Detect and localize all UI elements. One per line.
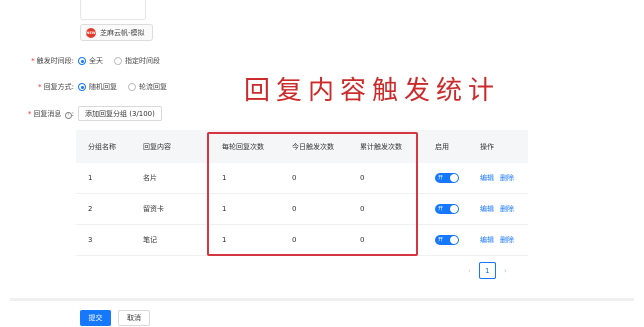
- table-row: 3 笔记 1 0 0 开 编辑 删除: [76, 225, 528, 256]
- section-divider: [10, 298, 634, 301]
- cell-actions: 编辑 删除: [468, 173, 528, 183]
- cancel-button[interactable]: 取消: [118, 310, 150, 326]
- reply-message-row: * 回复消息 ?: 添加回复分组 (3/100): [4, 106, 162, 121]
- radio-checked-icon: [78, 83, 86, 91]
- delete-link[interactable]: 删除: [500, 236, 514, 244]
- table-row: 2 留资卡 1 0 0 开 编辑 删除: [76, 194, 528, 225]
- trigger-time-label: * 触发时间段:: [31, 57, 74, 65]
- cell-today: 0: [292, 174, 297, 182]
- header-group-name: 分组名称: [88, 142, 116, 151]
- cell-total: 0: [360, 205, 365, 213]
- radio-unchecked-icon: [114, 57, 122, 65]
- toggle-knob: [450, 236, 458, 244]
- cell-enabled: 开: [423, 204, 468, 214]
- next-page-icon[interactable]: ›: [504, 267, 507, 275]
- prev-page-icon[interactable]: ‹: [468, 267, 471, 275]
- account-name: 芝麻云帆-模拟: [100, 28, 145, 37]
- table-header: 分组名称 回复内容 每轮回复次数 今日触发次数 累计触发次数 启用 操作: [76, 130, 528, 163]
- cell-actions: 编辑 删除: [468, 235, 528, 245]
- toggle-knob: [450, 174, 458, 182]
- annotation-title: 回复内容触发统计: [244, 76, 501, 106]
- radio-checked-icon: [78, 57, 86, 65]
- header-actions: 操作: [480, 142, 494, 151]
- account-tag[interactable]: NEW 芝麻云帆-模拟: [80, 24, 153, 41]
- cell-enabled: 开: [423, 235, 468, 245]
- info-icon[interactable]: ?: [64, 111, 72, 119]
- reply-mode-label: * 回复方式:: [38, 83, 74, 91]
- edit-link[interactable]: 编辑: [480, 236, 494, 244]
- header-today: 今日触发次数: [292, 142, 334, 151]
- cell-enabled: 开: [423, 173, 468, 183]
- account-logo-icon: NEW: [86, 27, 96, 38]
- cell-today: 0: [292, 236, 297, 244]
- radio-rotate-reply[interactable]: 轮流回复: [128, 82, 167, 92]
- enable-toggle[interactable]: 开: [435, 173, 459, 183]
- enable-toggle[interactable]: 开: [435, 235, 459, 245]
- header-reply-content: 回复内容: [143, 142, 171, 151]
- delete-link[interactable]: 删除: [500, 205, 514, 213]
- cell-content: 笔记: [143, 236, 157, 244]
- radio-unchecked-icon: [128, 83, 136, 91]
- cell-actions: 编辑 删除: [468, 204, 528, 214]
- cell-total: 0: [360, 174, 365, 182]
- table-row: 1 名片 1 0 0 开 编辑 删除: [76, 163, 528, 194]
- header-per-round: 每轮回复次数: [222, 142, 264, 151]
- trigger-time-row: * 触发时间段: 全天 指定时间段: [4, 56, 171, 66]
- cell-content: 名片: [143, 174, 157, 182]
- reply-message-label: * 回复消息 ?:: [27, 109, 74, 119]
- cell-content: 留资卡: [143, 205, 164, 213]
- cell-group: 3: [88, 236, 93, 244]
- top-input-field[interactable]: [80, 0, 146, 20]
- radio-specific-time[interactable]: 指定时间段: [114, 56, 160, 66]
- reply-mode-row: * 回复方式: 随机回复 轮流回复: [4, 82, 178, 92]
- header-enabled: 启用: [435, 142, 449, 151]
- page-button-current[interactable]: 1: [478, 262, 496, 279]
- add-reply-group-button[interactable]: 添加回复分组 (3/100): [78, 106, 162, 121]
- radio-all-day[interactable]: 全天: [78, 56, 103, 66]
- delete-link[interactable]: 删除: [500, 174, 514, 182]
- cell-per-round: 1: [222, 236, 227, 244]
- edit-link[interactable]: 编辑: [480, 174, 494, 182]
- reply-group-table: 分组名称 回复内容 每轮回复次数 今日触发次数 累计触发次数 启用 操作 1 名…: [76, 130, 528, 256]
- cell-group: 2: [88, 205, 93, 213]
- cell-today: 0: [292, 205, 297, 213]
- submit-button[interactable]: 提交: [80, 310, 111, 326]
- radio-random-reply[interactable]: 随机回复: [78, 82, 117, 92]
- edit-link[interactable]: 编辑: [480, 205, 494, 213]
- cell-total: 0: [360, 236, 365, 244]
- cell-per-round: 1: [222, 174, 227, 182]
- cell-per-round: 1: [222, 205, 227, 213]
- toggle-knob: [450, 205, 458, 213]
- header-total: 累计触发次数: [360, 142, 402, 151]
- enable-toggle[interactable]: 开: [435, 204, 459, 214]
- cell-group: 1: [88, 174, 93, 182]
- pagination: ‹ 1 ›: [468, 262, 507, 279]
